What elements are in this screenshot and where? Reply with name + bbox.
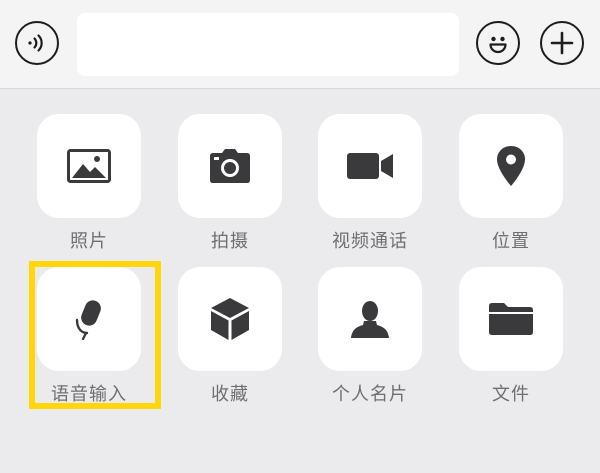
chat-input-area: 照片 拍摄 视频通话 位置 语音输入 收藏 个人名片 文件 xyxy=(0,0,600,473)
voice-input-function[interactable]: 语音输入 xyxy=(37,267,141,417)
favorites-function[interactable]: 收藏 xyxy=(178,267,282,417)
photo-label: 照片 xyxy=(70,231,108,252)
cube-icon xyxy=(211,298,249,340)
plus-icon xyxy=(550,31,574,55)
favorites-label: 收藏 xyxy=(211,384,249,405)
more-functions-button[interactable] xyxy=(540,21,584,65)
video-camera-icon xyxy=(347,153,393,179)
input-bar xyxy=(0,0,600,89)
microphone-icon xyxy=(75,300,101,340)
voice-input-tile[interactable] xyxy=(37,267,141,371)
video-call-tile[interactable] xyxy=(318,114,422,218)
video-call-function[interactable]: 视频通话 xyxy=(318,114,422,264)
contact-card-function[interactable]: 个人名片 xyxy=(318,267,422,417)
favorites-tile[interactable] xyxy=(178,267,282,371)
file-function[interactable]: 文件 xyxy=(459,267,563,417)
person-icon xyxy=(351,301,389,338)
location-function[interactable]: 位置 xyxy=(459,114,563,264)
smiley-face-icon xyxy=(489,36,507,54)
location-label: 位置 xyxy=(492,231,530,252)
file-tile[interactable] xyxy=(459,267,563,371)
photo-function[interactable]: 照片 xyxy=(37,114,141,264)
voice-waves-icon xyxy=(28,34,43,52)
voice-toggle-button[interactable] xyxy=(15,21,59,65)
camera-icon xyxy=(210,149,250,183)
camera-function[interactable]: 拍摄 xyxy=(178,114,282,264)
folder-icon xyxy=(489,303,533,335)
contact-card-tile[interactable] xyxy=(318,267,422,371)
camera-tile[interactable] xyxy=(178,114,282,218)
message-input[interactable] xyxy=(77,13,459,76)
file-label: 文件 xyxy=(492,384,530,405)
function-panel: 照片 拍摄 视频通话 位置 语音输入 收藏 个人名片 文件 xyxy=(0,89,600,473)
photo-tile[interactable] xyxy=(37,114,141,218)
camera-label: 拍摄 xyxy=(211,231,249,252)
location-tile[interactable] xyxy=(459,114,563,218)
photo-icon xyxy=(67,149,111,183)
emoji-button[interactable] xyxy=(476,21,520,65)
contact-card-label: 个人名片 xyxy=(332,384,408,405)
location-pin-icon xyxy=(497,146,525,186)
voice-input-label: 语音输入 xyxy=(51,384,127,405)
video-call-label: 视频通话 xyxy=(332,231,408,252)
